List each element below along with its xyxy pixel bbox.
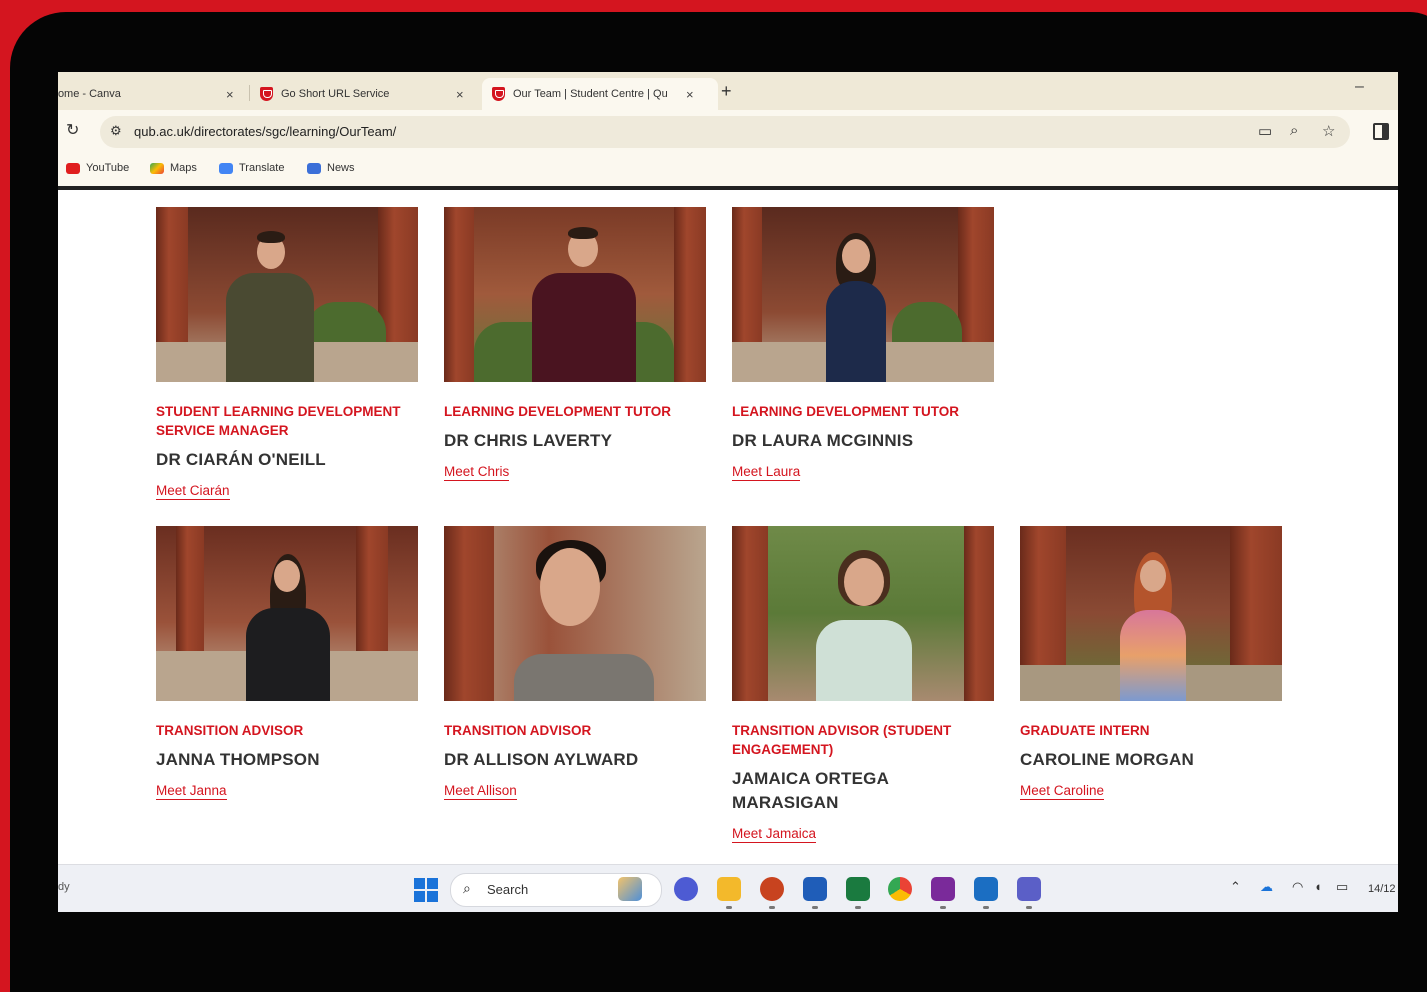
team-card: STUDENT LEARNING DEVELOPMENT SERVICE MAN… — [156, 207, 418, 500]
staff-photo — [444, 526, 706, 701]
bookmark-translate[interactable]: Translate — [219, 162, 284, 174]
tab-title: Home - Canva — [58, 88, 121, 100]
powerpoint-icon[interactable] — [760, 877, 784, 909]
wifi-icon[interactable]: ◠ — [1292, 879, 1303, 895]
address-row: ↻ ⚙ qub.ac.uk/directorates/sgc/learning/… — [58, 110, 1398, 154]
team-card: GRADUATE INTERN CAROLINE MORGAN Meet Car… — [1020, 526, 1282, 800]
team-card: LEARNING DEVELOPMENT TUTOR DR CHRIS LAVE… — [444, 207, 706, 481]
meet-link[interactable]: Meet Janna — [156, 782, 227, 800]
battery-icon[interactable]: ▭ — [1336, 879, 1348, 895]
file-explorer-icon[interactable] — [717, 877, 741, 909]
close-tab-icon[interactable]: × — [226, 87, 234, 102]
meet-link[interactable]: Meet Laura — [732, 463, 801, 481]
screen: Home - Canva × Go Short URL Service × Ou… — [58, 72, 1398, 912]
outlook-icon[interactable] — [974, 877, 998, 909]
staff-role: LEARNING DEVELOPMENT TUTOR — [444, 404, 672, 419]
staff-role: TRANSITION ADVISOR — [444, 723, 592, 738]
cast-icon[interactable]: ▭ — [1258, 122, 1272, 140]
bookmark-label: Maps — [170, 162, 197, 174]
tab-separator — [249, 85, 250, 101]
search-icon: ⌕ — [463, 880, 471, 896]
meet-link[interactable]: Meet Chris — [444, 463, 510, 481]
taskbar: dy ⌕ Search ⌃ ☁ ◠ ◖ ▭ 14/12 — [58, 864, 1398, 912]
news-icon — [307, 162, 321, 174]
widget-icon[interactable] — [618, 877, 642, 901]
staff-name: CAROLINE MORGAN — [1020, 750, 1194, 769]
bookmark-star-icon[interactable]: ☆ — [1322, 122, 1335, 140]
staff-role: GRADUATE INTERN — [1020, 723, 1150, 738]
tray-chevron-icon[interactable]: ⌃ — [1230, 879, 1241, 895]
meet-link[interactable]: Meet Caroline — [1020, 782, 1105, 800]
chat-icon[interactable] — [674, 877, 698, 901]
meet-link[interactable]: Meet Allison — [444, 782, 517, 800]
translate-icon — [219, 162, 233, 174]
minimize-button[interactable]: – — [1355, 78, 1364, 96]
staff-role: STUDENT LEARNING DEVELOPMENT SERVICE MAN… — [156, 404, 401, 438]
staff-photo — [732, 207, 994, 382]
staff-photo — [1020, 526, 1282, 701]
onenote-icon[interactable] — [931, 877, 955, 909]
youtube-icon — [66, 162, 80, 174]
tab-our-team[interactable]: Our Team | Student Centre | Qu × — [482, 78, 718, 110]
staff-name: DR CIARÁN O'NEILL — [156, 450, 326, 469]
bookmark-maps[interactable]: Maps — [150, 162, 197, 174]
zoom-icon[interactable]: ⌕ — [1290, 122, 1298, 139]
volume-icon[interactable]: ◖ — [1314, 879, 1322, 894]
staff-photo — [156, 207, 418, 382]
staff-photo — [444, 207, 706, 382]
onedrive-icon[interactable]: ☁ — [1260, 879, 1273, 895]
bookmark-label: News — [327, 162, 355, 174]
url-text[interactable]: qub.ac.uk/directorates/sgc/learning/OurT… — [134, 124, 396, 139]
site-settings-icon[interactable]: ⚙ — [110, 123, 122, 139]
staff-name: JAMAICA ORTEGA MARASIGAN — [732, 769, 889, 812]
staff-role: LEARNING DEVELOPMENT TUTOR — [732, 404, 960, 419]
staff-role: TRANSITION ADVISOR (STUDENT ENGAGEMENT) — [732, 723, 952, 757]
windows-start-icon[interactable] — [414, 878, 438, 902]
side-panel-icon[interactable] — [1373, 123, 1389, 140]
excel-icon[interactable] — [846, 877, 870, 909]
tab-canva[interactable]: Home - Canva × — [58, 78, 243, 110]
bookmark-news[interactable]: News — [307, 162, 355, 174]
team-card: LEARNING DEVELOPMENT TUTOR DR LAURA MCGI… — [732, 207, 994, 481]
chrome-icon[interactable] — [888, 877, 912, 901]
staff-name: DR LAURA MCGINNIS — [732, 431, 914, 450]
bookmark-label: YouTube — [86, 162, 130, 174]
tab-go-short-url[interactable]: Go Short URL Service × — [260, 78, 475, 110]
team-card: TRANSITION ADVISOR DR ALLISON AYLWARD Me… — [444, 526, 706, 800]
staff-name: DR ALLISON AYLWARD — [444, 750, 639, 769]
address-bar[interactable]: ⚙ qub.ac.uk/directorates/sgc/learning/Ou… — [100, 116, 1350, 148]
meet-link[interactable]: Meet Jamaica — [732, 825, 817, 843]
close-tab-icon[interactable]: × — [686, 87, 694, 102]
tab-title: Go Short URL Service — [281, 88, 390, 100]
team-card: TRANSITION ADVISOR (STUDENT ENGAGEMENT) … — [732, 526, 994, 843]
bookmark-youtube[interactable]: YouTube — [66, 162, 129, 174]
qub-shield-icon — [492, 87, 505, 101]
close-tab-icon[interactable]: × — [456, 87, 464, 102]
bookmarks-bar: YouTube Maps Translate News — [58, 154, 1398, 190]
word-icon[interactable] — [803, 877, 827, 909]
tab-title: Our Team | Student Centre | Qu — [513, 88, 668, 100]
search-label: Search — [487, 882, 529, 897]
team-card: TRANSITION ADVISOR JANNA THOMPSON Meet J… — [156, 526, 418, 800]
bookmark-label: Translate — [239, 162, 285, 174]
staff-name: DR CHRIS LAVERTY — [444, 431, 613, 450]
maps-icon — [150, 162, 164, 174]
teams-icon[interactable] — [1017, 877, 1041, 909]
new-tab-button[interactable]: + — [721, 81, 732, 102]
reload-icon[interactable]: ↻ — [66, 120, 79, 140]
staff-photo — [732, 526, 994, 701]
staff-role: TRANSITION ADVISOR — [156, 723, 304, 738]
staff-photo — [156, 526, 418, 701]
tab-bar: Home - Canva × Go Short URL Service × Ou… — [58, 72, 1398, 110]
staff-name: JANNA THOMPSON — [156, 750, 320, 769]
meet-link[interactable]: Meet Ciarán — [156, 482, 230, 500]
status-text: dy — [58, 881, 70, 893]
qub-shield-icon — [260, 87, 273, 101]
clock[interactable]: 14/12 — [1368, 883, 1396, 895]
